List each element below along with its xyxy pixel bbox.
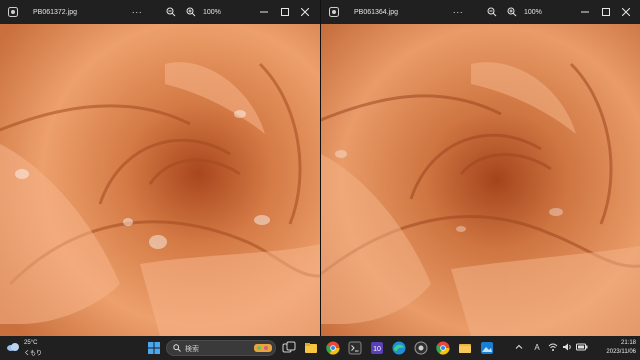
photos-window-left[interactable]: PB061372.jpg ··· 100%: [0, 0, 320, 336]
chrome-icon[interactable]: [326, 341, 340, 355]
title-bar[interactable]: PB061372.jpg ··· 100%: [0, 0, 320, 24]
close-button[interactable]: [298, 0, 312, 24]
photos-app-icon: [6, 0, 20, 24]
photos-app-icon: [327, 0, 341, 24]
rose-photo[interactable]: [0, 24, 320, 336]
zoom-out-button[interactable]: [485, 0, 499, 24]
weather-temperature: 25°C: [24, 340, 38, 346]
weather-condition: くもり: [24, 351, 43, 357]
close-icon: [301, 8, 309, 16]
search-placeholder: 検索: [185, 346, 199, 353]
volume-icon[interactable]: [562, 342, 572, 352]
minimize-button[interactable]: [578, 0, 592, 24]
minimize-icon: [260, 11, 268, 13]
file-explorer-icon[interactable]: [304, 341, 318, 355]
zoom-out-icon: [487, 7, 497, 17]
maximize-icon: [602, 8, 610, 16]
file-name: PB061364.jpg: [354, 8, 398, 16]
app-icon[interactable]: [414, 341, 428, 355]
language-icon[interactable]: A: [532, 342, 542, 352]
zoom-out-icon: [166, 7, 176, 17]
edge-icon[interactable]: [392, 341, 406, 355]
cloud-icon: [7, 343, 19, 351]
weather-widget[interactable]: 25°C くもり: [4, 339, 44, 357]
app-10-icon[interactable]: 10: [370, 341, 384, 355]
chrome-alt-icon[interactable]: [436, 341, 450, 355]
zoom-out-button[interactable]: [164, 0, 178, 24]
title-bar[interactable]: PB061364.jpg ··· 100%: [321, 0, 640, 24]
wifi-icon[interactable]: [548, 342, 558, 352]
maximize-button[interactable]: [599, 0, 613, 24]
search-icon: [173, 344, 181, 352]
more-options-button[interactable]: ···: [450, 0, 466, 24]
zoom-level[interactable]: 100%: [524, 0, 546, 24]
zoom-in-icon: [186, 7, 196, 17]
svg-text:10: 10: [373, 346, 381, 353]
maximize-icon: [281, 8, 289, 16]
more-options-button[interactable]: ···: [129, 0, 145, 24]
photos-icon[interactable]: [480, 341, 494, 355]
start-icon[interactable]: [147, 341, 161, 355]
rose-photo[interactable]: [321, 24, 640, 336]
zoom-level[interactable]: 100%: [203, 0, 225, 24]
maximize-button[interactable]: [278, 0, 292, 24]
terminal-icon[interactable]: [348, 341, 362, 355]
taskbar: 25°C くもり 検索 10 A 21:18 2023/11/06: [0, 336, 640, 360]
svg-text:A: A: [534, 343, 540, 352]
minimize-button[interactable]: [257, 0, 271, 24]
clock-date: 2023/11/06: [606, 349, 636, 355]
zoom-in-button[interactable]: [184, 0, 198, 24]
zoom-in-icon: [507, 7, 517, 17]
photos-window-right[interactable]: PB061364.jpg ··· 100%: [321, 0, 640, 336]
zoom-in-button[interactable]: [505, 0, 519, 24]
close-icon: [622, 8, 630, 16]
chevron-up-icon[interactable]: [514, 342, 524, 352]
task-view-icon[interactable]: [282, 341, 296, 355]
file-name: PB061372.jpg: [33, 8, 77, 16]
clock[interactable]: 21:18 2023/11/06: [592, 339, 636, 357]
search-box[interactable]: 検索: [166, 340, 276, 356]
battery-icon[interactable]: [576, 342, 588, 352]
close-button[interactable]: [619, 0, 633, 24]
clock-time: 21:18: [620, 340, 636, 346]
minimize-icon: [581, 11, 589, 13]
search-highlight-icon: [254, 344, 272, 352]
folder-icon[interactable]: [458, 341, 472, 355]
